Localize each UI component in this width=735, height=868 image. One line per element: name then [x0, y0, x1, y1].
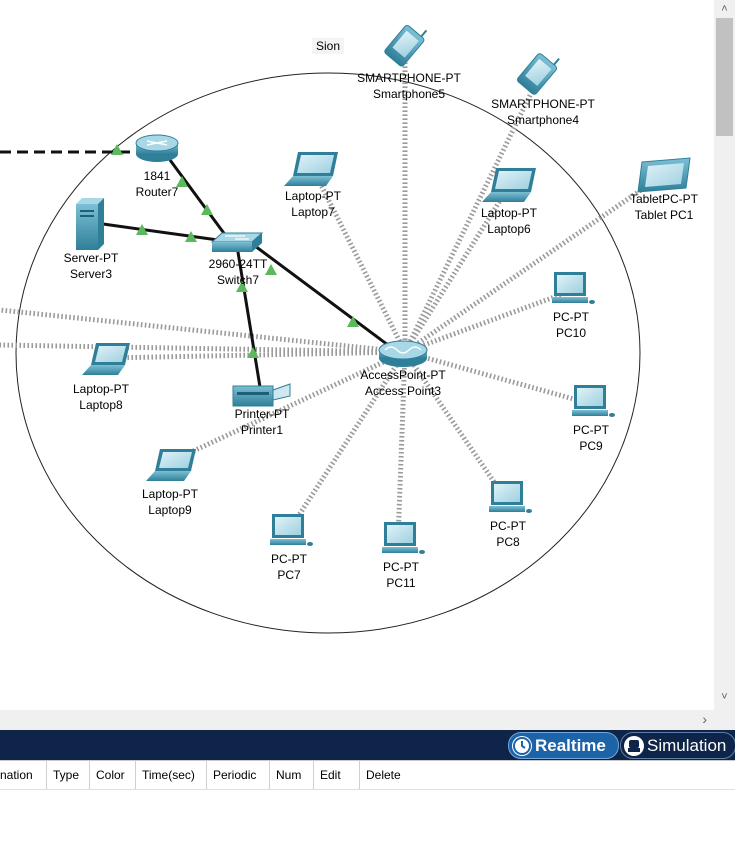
tablet-pc1-label: TabletPC-PT Tablet PC1	[629, 192, 699, 222]
switch7-label: 2960-24TT Switch7	[208, 257, 268, 287]
pdu-table-header: nation Type Color Time(sec) Periodic Num…	[0, 761, 735, 790]
column-num[interactable]: Num	[270, 761, 314, 789]
router7-icon[interactable]	[135, 134, 179, 162]
pc8-label: PC-PT PC8	[490, 519, 526, 549]
pc10-icon[interactable]	[552, 272, 595, 304]
pc9-label: PC-PT PC9	[573, 423, 609, 453]
topology-canvas[interactable]	[0, 0, 714, 710]
laptop7-label: Laptop-PT Laptop7	[284, 189, 342, 219]
laptop7-icon[interactable]	[284, 152, 338, 186]
router7-label: 1841 Router7	[135, 169, 179, 199]
scroll-right-icon[interactable]: ›	[702, 710, 707, 728]
access-point3-label: AccessPoint-PT Access Point3	[360, 368, 446, 398]
laptop8-label: Laptop-PT Laptop8	[72, 382, 130, 412]
tablet-pc1-icon[interactable]	[637, 157, 691, 193]
pdu-event-table[interactable]: nation Type Color Time(sec) Periodic Num…	[0, 760, 735, 868]
simulation-mode-button[interactable]: Simulation	[620, 732, 735, 759]
horizontal-scrollbar[interactable]: ›	[0, 710, 735, 730]
column-edit[interactable]: Edit	[314, 761, 360, 789]
pc7-icon[interactable]	[270, 514, 313, 546]
column-time[interactable]: Time(sec)	[136, 761, 207, 789]
scroll-up-icon[interactable]: ˄	[714, 0, 735, 18]
vertical-scroll-thumb[interactable]	[716, 18, 733, 136]
laptop9-icon[interactable]	[146, 449, 196, 481]
column-delete[interactable]: Delete	[360, 761, 420, 789]
access-point3-icon[interactable]	[378, 340, 428, 367]
simulation-label: Simulation	[647, 735, 727, 755]
laptop8-icon[interactable]	[82, 343, 130, 375]
scroll-down-icon[interactable]: ˅	[714, 688, 735, 706]
mode-bar: Realtime Simulation	[0, 730, 735, 760]
pc7-label: PC-PT PC7	[271, 552, 307, 582]
vertical-scrollbar[interactable]: ˄ ˅	[714, 0, 735, 710]
pc10-label: PC-PT PC10	[553, 310, 589, 340]
pc8-icon[interactable]	[489, 481, 532, 513]
clock-icon	[512, 735, 532, 756]
realtime-label: Realtime	[535, 735, 606, 755]
column-periodic[interactable]: Periodic	[207, 761, 270, 789]
server3-label: Server-PT Server3	[63, 251, 119, 281]
laptop6-icon[interactable]	[482, 168, 536, 202]
smartphone4-label: SMARTPHONE-PT Smartphone4	[491, 97, 595, 127]
area-note-label[interactable]: Sion	[312, 38, 345, 54]
laptop9-label: Laptop-PT Laptop9	[141, 487, 199, 517]
switch7-icon[interactable]	[210, 232, 264, 252]
simulation-icon	[624, 735, 644, 756]
column-destination[interactable]: nation	[0, 761, 47, 789]
laptop6-label: Laptop-PT Laptop6	[480, 206, 538, 236]
printer1-icon[interactable]	[232, 383, 291, 407]
pc9-icon[interactable]	[572, 385, 615, 417]
smartphone5-label: SMARTPHONE-PT Smartphone5	[357, 71, 461, 101]
smartphone4-icon[interactable]	[516, 46, 563, 95]
topology-workspace[interactable]: Sion 1841 Router7 2960-24TT Switch7 Server…	[0, 0, 714, 710]
smartphone5-icon[interactable]	[384, 18, 431, 67]
server3-icon[interactable]	[76, 198, 104, 250]
realtime-mode-button[interactable]: Realtime	[508, 732, 619, 759]
printer1-label: Printer-PT Printer1	[234, 407, 290, 437]
pc11-label: PC-PT PC11	[383, 560, 419, 590]
pc11-icon[interactable]	[382, 522, 425, 554]
column-type[interactable]: Type	[47, 761, 90, 789]
column-color[interactable]: Color	[90, 761, 136, 789]
